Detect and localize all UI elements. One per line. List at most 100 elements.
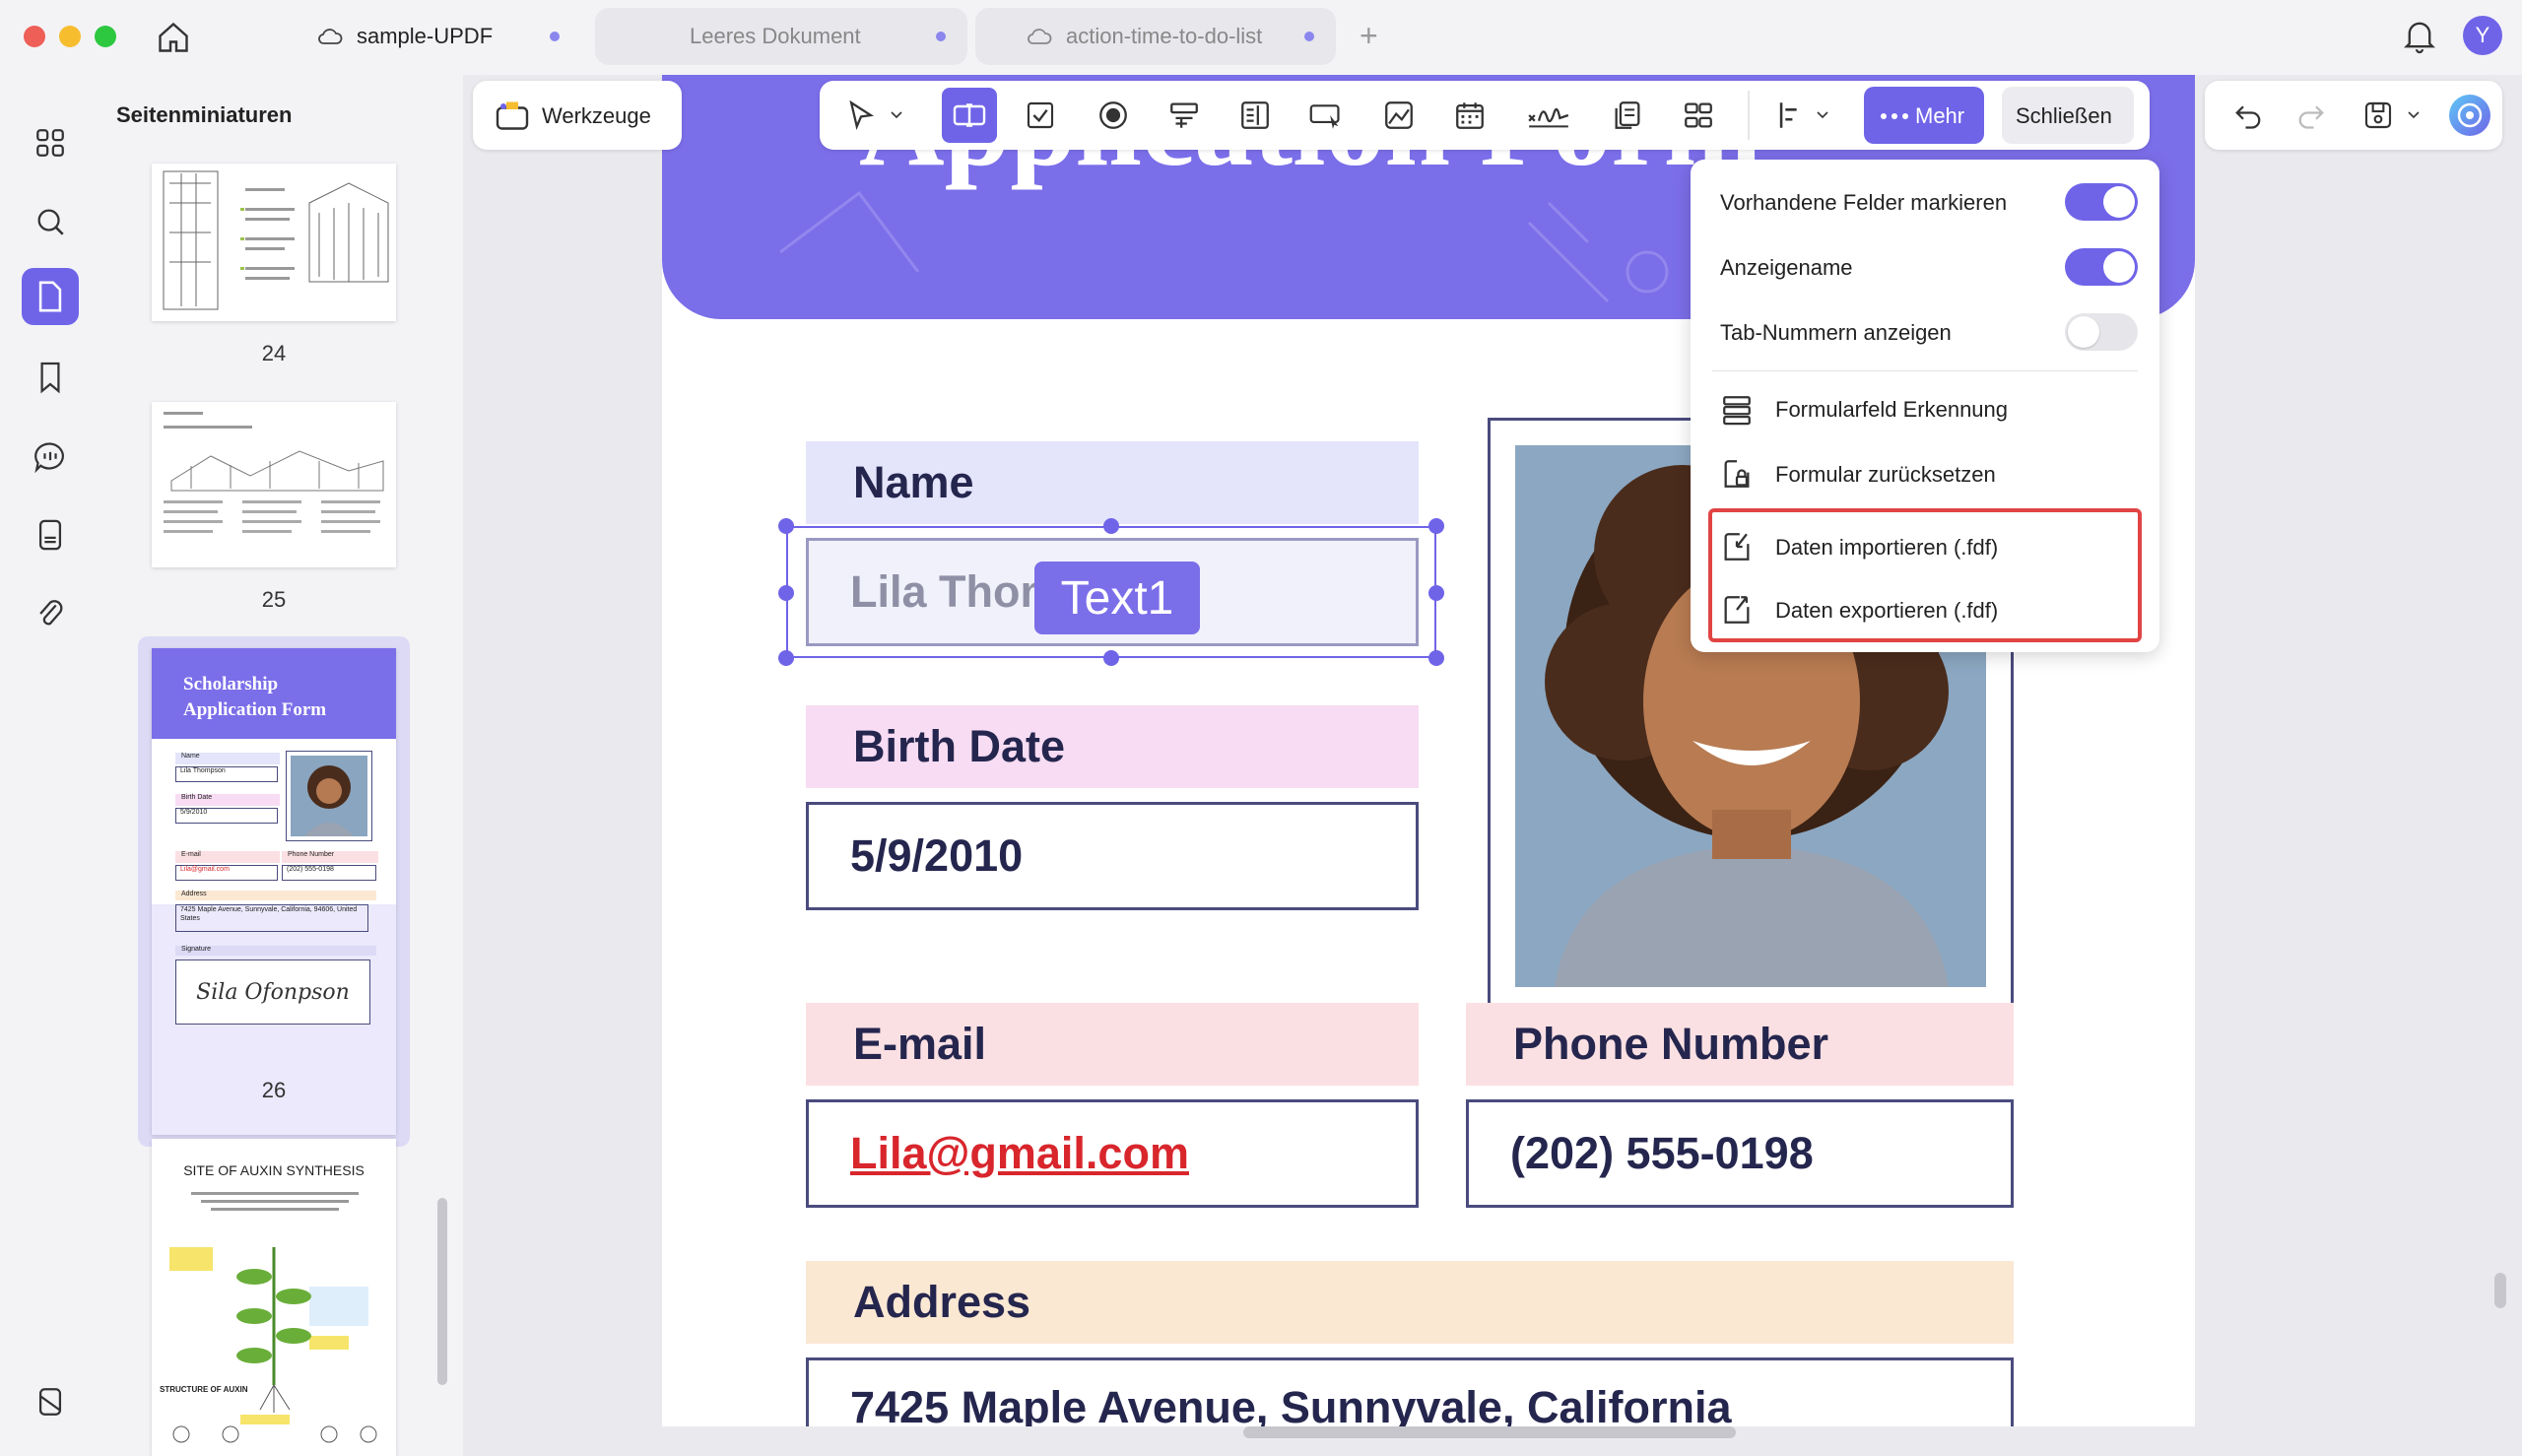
avatar[interactable]: Y (2463, 16, 2502, 55)
dropdown-field-icon[interactable] (1161, 92, 1208, 139)
vertical-scrollbar[interactable] (2494, 1273, 2506, 1308)
cloud-icon (317, 26, 343, 47)
align-icon[interactable] (1767, 92, 1815, 139)
menu-item-label: Anzeigename (1720, 255, 1853, 280)
document-stack-icon[interactable] (22, 506, 79, 563)
chevron-down-icon[interactable] (889, 106, 904, 122)
tab-label: action-time-to-do-list (1066, 24, 1263, 48)
birth-date-field[interactable]: 5/9/2010 (806, 802, 1419, 910)
close-form-button[interactable]: Schließen (2002, 87, 2134, 144)
layers-icon[interactable] (22, 1373, 79, 1430)
page-thumbnail-26[interactable]: Scholarship Application Form Name Lila T… (152, 648, 396, 1135)
thumb-email-value: Lila@gmail.com (175, 865, 278, 881)
tab-sample-updf[interactable]: sample-UPDF (303, 8, 581, 65)
tab-numbers-toggle[interactable] (2065, 313, 2138, 351)
redo-icon[interactable] (2288, 92, 2335, 139)
new-tab-plus-icon[interactable]: + (1360, 18, 1378, 54)
grid-fields-icon[interactable] (1675, 92, 1722, 139)
close-window-button[interactable] (24, 26, 45, 47)
highlight-fields-toggle[interactable] (2065, 183, 2138, 221)
chevron-down-icon[interactable] (2406, 106, 2422, 122)
search-icon[interactable] (22, 193, 79, 250)
copy-fields-icon[interactable] (1604, 92, 1651, 139)
page-thumbnail-24[interactable] (152, 164, 396, 321)
tab-indicator (550, 32, 560, 41)
thumb-photo (286, 751, 372, 841)
display-name-toggle[interactable] (2065, 248, 2138, 286)
ai-assistant-icon[interactable] (2449, 95, 2490, 136)
bell-icon[interactable] (2402, 18, 2437, 55)
resize-handle[interactable] (1428, 650, 1444, 666)
menu-item-highlight-fields[interactable]: Vorhandene Felder markieren (1691, 169, 2159, 234)
menu-item-label: Formularfeld Erkennung (1775, 397, 2009, 422)
email-label: E-mail (806, 1003, 1419, 1086)
import-icon (1720, 530, 1754, 563)
resize-handle[interactable] (1428, 585, 1444, 601)
thumb-signature-label: Signature (175, 946, 376, 956)
resize-handle[interactable] (1103, 518, 1119, 534)
page-thumbnail-25[interactable] (152, 402, 396, 567)
sidebar-title: Seitenminiaturen (116, 102, 293, 127)
horizontal-scrollbar[interactable] (1243, 1426, 1736, 1438)
thumb-phone-label: Phone Number (282, 851, 378, 863)
text-field-icon[interactable] (942, 88, 997, 143)
tab-leeres-dokument[interactable]: Leeres Dokument (595, 8, 967, 65)
thumb-auxin-title: SITE OF AUXIN SYNTHESIS (183, 1162, 365, 1178)
menu-item-import-data[interactable]: Daten importieren (.fdf) (1691, 514, 2159, 579)
menu-item-reset-form[interactable]: Formular zurücksetzen (1691, 441, 2159, 506)
form-recognition-icon (1720, 394, 1754, 426)
tab-indicator (1304, 32, 1314, 41)
name-label: Name (806, 441, 1419, 524)
menu-item-export-data[interactable]: Daten exportieren (.fdf) (1691, 577, 2159, 642)
reset-form-icon (1720, 457, 1754, 491)
menu-item-form-recognition[interactable]: Formularfeld Erkennung (1691, 376, 2159, 441)
close-label: Schließen (2016, 103, 2112, 128)
thumb-phone-value: (202) 555-0198 (282, 865, 376, 881)
chevron-down-icon[interactable] (1815, 106, 1830, 122)
history-toolbar (2205, 81, 2502, 150)
tab-action-time[interactable]: action-time-to-do-list (975, 8, 1336, 65)
page-icon[interactable] (22, 268, 79, 325)
resize-handle[interactable] (778, 650, 794, 666)
attachment-icon[interactable] (22, 585, 79, 642)
home-icon[interactable] (156, 20, 191, 55)
thumb-name-value: Lila Thompson (175, 766, 278, 782)
menu-item-tab-numbers[interactable]: Tab-Nummern anzeigen (1691, 299, 2159, 364)
sidebar-scrollbar[interactable] (437, 1198, 447, 1385)
tools-label: Werkzeuge (542, 103, 651, 128)
tools-button[interactable]: Werkzeuge (473, 81, 682, 150)
maximize-window-button[interactable] (95, 26, 116, 47)
image-field-icon[interactable] (1375, 92, 1423, 139)
page-thumbnail-27[interactable]: SITE OF AUXIN SYNTHESIS STRUCTURE OF AUX… (152, 1139, 396, 1456)
resize-handle[interactable] (778, 585, 794, 601)
phone-field[interactable]: (202) 555-0198 (1466, 1099, 2014, 1208)
undo-icon[interactable] (2224, 92, 2272, 139)
list-box-icon[interactable] (1231, 92, 1279, 139)
resize-handle[interactable] (1103, 650, 1119, 666)
thumb-email-label: E-mail (175, 851, 280, 863)
signature-field-icon[interactable] (1519, 92, 1578, 139)
save-icon[interactable] (2355, 92, 2402, 139)
tab-indicator (936, 32, 946, 41)
button-field-icon[interactable] (1302, 92, 1350, 139)
grid-icon[interactable] (22, 114, 79, 171)
more-button[interactable]: Mehr (1864, 87, 1984, 144)
radio-button-icon[interactable] (1090, 92, 1137, 139)
resize-handle[interactable] (778, 518, 794, 534)
address-field[interactable]: 7425 Maple Avenue, Sunnyvale, California (806, 1357, 2014, 1426)
thumb-address-label: Address (175, 891, 376, 900)
birth-date-label: Birth Date (806, 705, 1419, 788)
comment-icon[interactable] (22, 428, 79, 485)
checkbox-icon[interactable] (1017, 92, 1064, 139)
minimize-window-button[interactable] (59, 26, 81, 47)
bookmark-icon[interactable] (22, 349, 79, 406)
menu-item-display-name[interactable]: Anzeigename (1691, 234, 2159, 299)
email-field[interactable]: Lila@gmail.com (806, 1099, 1419, 1208)
resize-handle[interactable] (1428, 518, 1444, 534)
date-field-icon[interactable] (1446, 92, 1493, 139)
left-rail (0, 75, 99, 1456)
more-label: Mehr (1915, 103, 1965, 128)
select-arrow-icon[interactable] (837, 92, 885, 139)
phone-label: Phone Number (1466, 1003, 2014, 1086)
more-menu: Vorhandene Felder markieren Anzeigename … (1691, 160, 2159, 652)
